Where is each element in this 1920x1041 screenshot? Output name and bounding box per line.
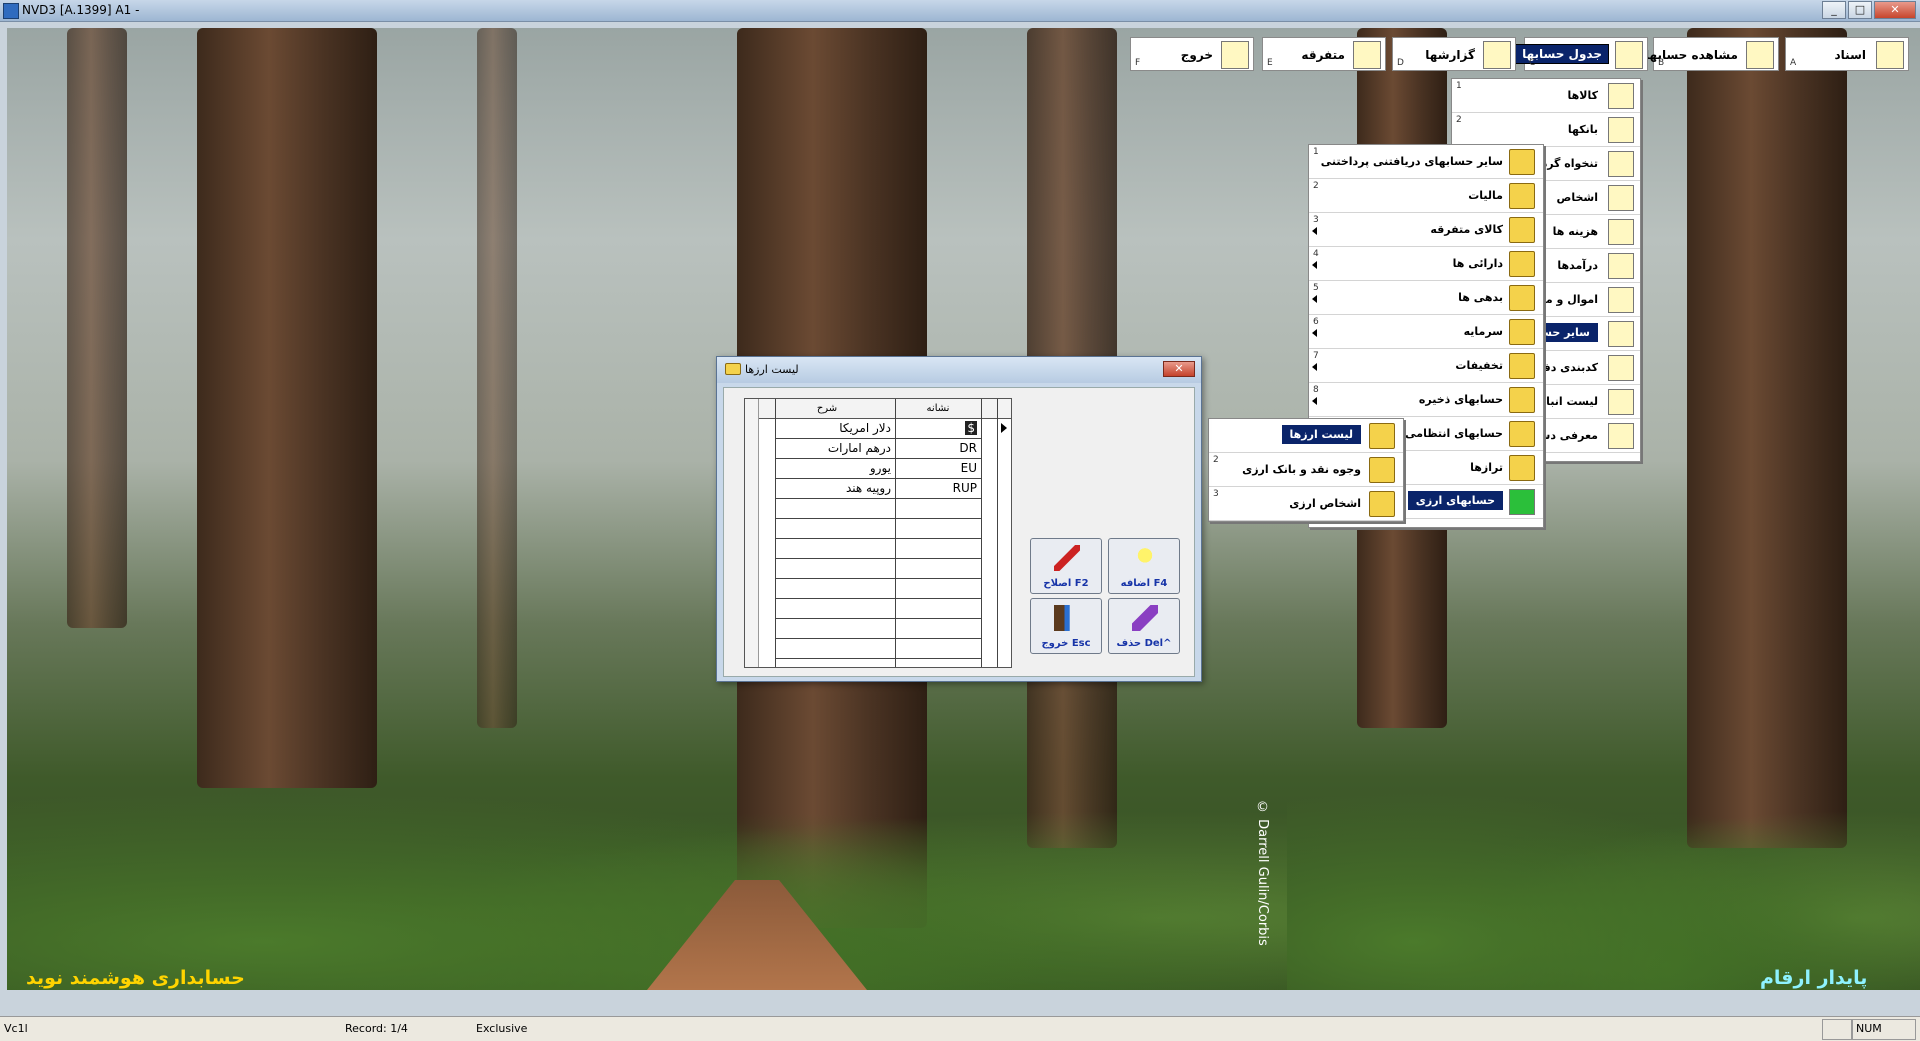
window-titlebar: NVD3 [A.1399] A1 - _ □ ✕ (0, 0, 1920, 22)
edit-pencil-icon (1054, 545, 1080, 571)
status-num: NUM (1856, 1022, 1882, 1035)
delete-button[interactable]: ^Del حذف (1108, 598, 1180, 654)
status-version: Vc1l (4, 1022, 28, 1035)
currency-list-dialog: لیست ارزها ✕ شرح نشانه دلار امریکا $ دره… (716, 356, 1202, 682)
row-desc[interactable]: درهم امارات (775, 439, 895, 459)
status-bar: Vc1l Record: 1/4 Exclusive NUM (0, 1016, 1920, 1041)
app-icon (3, 3, 19, 19)
list-icon (1608, 389, 1634, 415)
row-desc[interactable]: روپیه هند (775, 479, 895, 499)
exit-door-icon (1054, 605, 1080, 631)
dialog-title: لیست ارزها (745, 363, 799, 376)
status-record: Record: 1/4 (345, 1022, 408, 1035)
expense-icon (1608, 219, 1634, 245)
row-desc[interactable]: یورو (775, 459, 895, 479)
exit-door-icon (1221, 41, 1249, 69)
currency-grid[interactable]: شرح نشانه دلار امریکا $ درهم امارات DR ی… (744, 398, 1012, 668)
money-bag-icon (1608, 253, 1634, 279)
exit-button[interactable]: Esc خروج (1030, 598, 1102, 654)
shopping-icon (1608, 321, 1634, 347)
tools-icon (1353, 41, 1381, 69)
papers-icon (1483, 41, 1511, 69)
submenu-item-zakhireh[interactable]: 8 حسابهای ذخیره (1309, 383, 1543, 417)
folder-icon (1509, 285, 1535, 311)
brand-title-left: حسابداری هوشمند نوید (26, 967, 245, 989)
minimize-button[interactable]: _ (1822, 1, 1846, 19)
folder-icon (725, 363, 741, 375)
folder-icon (1509, 353, 1535, 379)
edit-button[interactable]: F2 اصلاح (1030, 538, 1102, 594)
row-desc[interactable]: دلار امریکا (775, 419, 895, 439)
folder-icon (1509, 183, 1535, 209)
row-code[interactable]: EU (895, 459, 981, 479)
maximize-button[interactable]: □ (1848, 1, 1872, 19)
folders-icon (1615, 41, 1643, 69)
column-header-desc[interactable]: شرح (759, 399, 895, 419)
row-code[interactable]: RUP (895, 479, 981, 499)
folder-icon (1369, 491, 1395, 517)
toolbar-button-motefareghe[interactable]: متفرقه E (1262, 37, 1386, 71)
goods-icon (1608, 83, 1634, 109)
folder-icon (1509, 149, 1535, 175)
window-title: NVD3 [A.1399] A1 - (22, 3, 140, 17)
menu-hesabha-arzi: 1 لیست ارزها 2 وجوه نقد و بانک ارزی 3 اشخاص… (1208, 418, 1404, 522)
submenu-item-sarmayeh[interactable]: 6 سرمایه (1309, 315, 1543, 349)
menu-item-bankha[interactable]: 2 بانکها (1452, 113, 1640, 147)
vehicle-icon (1608, 287, 1634, 313)
toolbar-button-khorooj[interactable]: خروج F (1130, 37, 1254, 71)
photo-credit: © Darrell Gulin/Corbis (1255, 800, 1270, 946)
cash-register-icon (1608, 151, 1634, 177)
currency-icon (1509, 489, 1535, 515)
toolbar-button-asnad[interactable]: اسناد A (1785, 37, 1909, 71)
submenu-item-daraie[interactable]: 4 دارائی ها (1309, 247, 1543, 281)
dialog-titlebar[interactable]: لیست ارزها ✕ (717, 357, 1201, 383)
submenu-item-ashkhas-arzi[interactable]: 3 اشخاص ارزی (1209, 487, 1403, 521)
row-code[interactable]: DR (895, 439, 981, 459)
submenu-item-list-arzha[interactable]: 1 لیست ارزها (1209, 419, 1403, 453)
submenu-item-maliat[interactable]: 2 مالیات (1309, 179, 1543, 213)
document-view-icon (1746, 41, 1774, 69)
status-mode: Exclusive (476, 1022, 528, 1035)
add-button[interactable]: F4 اضافه (1108, 538, 1180, 594)
folder-icon (1369, 457, 1395, 483)
dialog-close-button[interactable]: ✕ (1163, 361, 1195, 377)
submenu-item-kala-motefareghe[interactable]: 3 کالای متفرقه (1309, 213, 1543, 247)
submenu-item-bedehi[interactable]: 5 بدهی ها (1309, 281, 1543, 315)
column-header-code[interactable]: نشانه (895, 399, 981, 419)
folder-icon (1369, 423, 1395, 449)
grid-scrollbar[interactable] (745, 399, 759, 667)
toolbar-button-gozaresh[interactable]: گزارشها D (1392, 37, 1516, 71)
list-icon (1608, 423, 1634, 449)
folder-icon (1509, 421, 1535, 447)
lightbulb-icon (1132, 545, 1158, 571)
eraser-icon (1132, 605, 1158, 631)
submenu-item-daryaftani[interactable]: 1 سایر حسابهای دریافتنی پرداختنی (1309, 145, 1543, 179)
close-button[interactable]: ✕ (1874, 1, 1916, 19)
list-icon (1608, 355, 1634, 381)
folder-icon (1509, 217, 1535, 243)
folder-icon (1509, 455, 1535, 481)
document-pen-icon (1876, 41, 1904, 69)
row-pointer-icon (1001, 423, 1007, 433)
people-icon (1608, 185, 1634, 211)
submenu-item-takhfifat[interactable]: 7 تخفیفات (1309, 349, 1543, 383)
toolbar-button-moshahedeh[interactable]: مشاهده حسابها B (1645, 37, 1779, 71)
folder-icon (1509, 251, 1535, 277)
toolbar-button-jadval[interactable]: جدول حسابها C (1515, 37, 1648, 71)
bank-icon (1608, 117, 1634, 143)
menu-item-kalaha[interactable]: 1 کالاها (1452, 79, 1640, 113)
submenu-item-vojooh-naghd[interactable]: 2 وجوه نقد و بانک ارزی (1209, 453, 1403, 487)
folder-icon (1509, 319, 1535, 345)
brand-title-right: پایدار ارقام (1760, 967, 1868, 989)
folder-icon (1509, 387, 1535, 413)
row-code[interactable]: $ (895, 419, 981, 439)
